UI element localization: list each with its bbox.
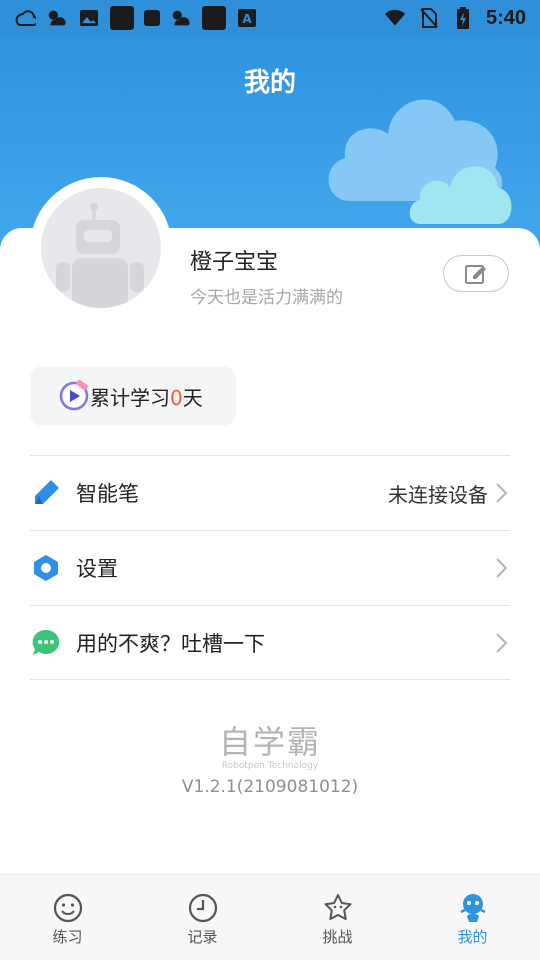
edit-icon (465, 264, 486, 284)
brand-logo: 自学霸 Robotpen Technology (0, 717, 540, 771)
nav-label-records: 记录 (187, 928, 218, 946)
star-icon (324, 894, 351, 920)
menu-item-settings[interactable]: 设置 (30, 530, 510, 605)
chevron-right-icon (496, 558, 508, 578)
user-motto: 今天也是活力满满的 (190, 288, 343, 308)
pen-icon (30, 477, 62, 509)
svg-text:A: A (242, 12, 252, 26)
study-prefix: 累计学习 (90, 385, 170, 410)
menu-item-smart-pen[interactable]: 智能笔 未连接设备 (30, 455, 510, 530)
battery-icon (452, 7, 474, 29)
settings-icon (30, 552, 62, 584)
edit-profile-button[interactable] (443, 255, 509, 292)
chevron-right-icon (496, 632, 508, 653)
app-icon (110, 6, 134, 30)
menu-label-feedback: 用的不爽？吐槽一下 (76, 631, 265, 656)
clock-icon (188, 893, 217, 923)
brand-sub: Robotpen Technology (221, 761, 319, 771)
clock-time: 5:40 (485, 6, 526, 29)
brand-name: 自学霸 (218, 723, 321, 761)
avatar-ring (30, 177, 172, 319)
avatar[interactable] (41, 188, 161, 308)
app-icon (202, 6, 226, 30)
chat-icon (30, 627, 62, 659)
cloud-illustration-small (409, 166, 512, 224)
menu-label-smart-pen: 智能笔 (76, 482, 139, 506)
menu-item-feedback[interactable]: 用的不爽？吐槽一下 (30, 605, 510, 680)
smile-icon (53, 893, 82, 923)
bottom-nav: 练习 记录 挑战 我的 (0, 874, 540, 960)
study-icon (59, 380, 89, 411)
nav-label-challenge: 挑战 (322, 928, 353, 946)
device-status: 未连接设备 (388, 482, 488, 507)
study-days-text: 累计学习0天 (90, 382, 203, 411)
nav-label-mine: 我的 (457, 928, 488, 946)
status-bar: A 5:40 (0, 0, 540, 36)
nav-label-practice: 练习 (52, 928, 83, 946)
app-version: V1.2.1(2109081012) (181, 777, 359, 797)
app-icon (144, 10, 160, 26)
user-name: 橙子宝宝 (190, 250, 279, 275)
robot-avatar-icon (56, 203, 144, 308)
nav-item-challenge[interactable]: 挑战 (270, 875, 405, 960)
a-icon: A (236, 7, 258, 29)
study-days-card: 累计学习0天 (30, 366, 236, 426)
nav-item-mine[interactable]: 我的 (405, 875, 540, 960)
cast-icon (14, 7, 36, 29)
wifi-icon (384, 7, 406, 29)
chevron-right-icon (496, 483, 508, 503)
image-icon (78, 7, 100, 29)
robot-icon (459, 894, 486, 922)
nav-item-records[interactable]: 记录 (135, 875, 270, 960)
menu-list: 智能笔 未连接设备 设置 用的不爽？吐槽一下 (30, 455, 510, 680)
nav-item-practice[interactable]: 练习 (0, 875, 135, 960)
study-count: 0 (170, 385, 183, 410)
weather-icon (170, 7, 192, 29)
study-suffix: 天 (182, 385, 203, 410)
menu-label-settings: 设置 (76, 557, 118, 581)
no-sim-icon (418, 7, 440, 29)
weather-icon (46, 7, 68, 29)
